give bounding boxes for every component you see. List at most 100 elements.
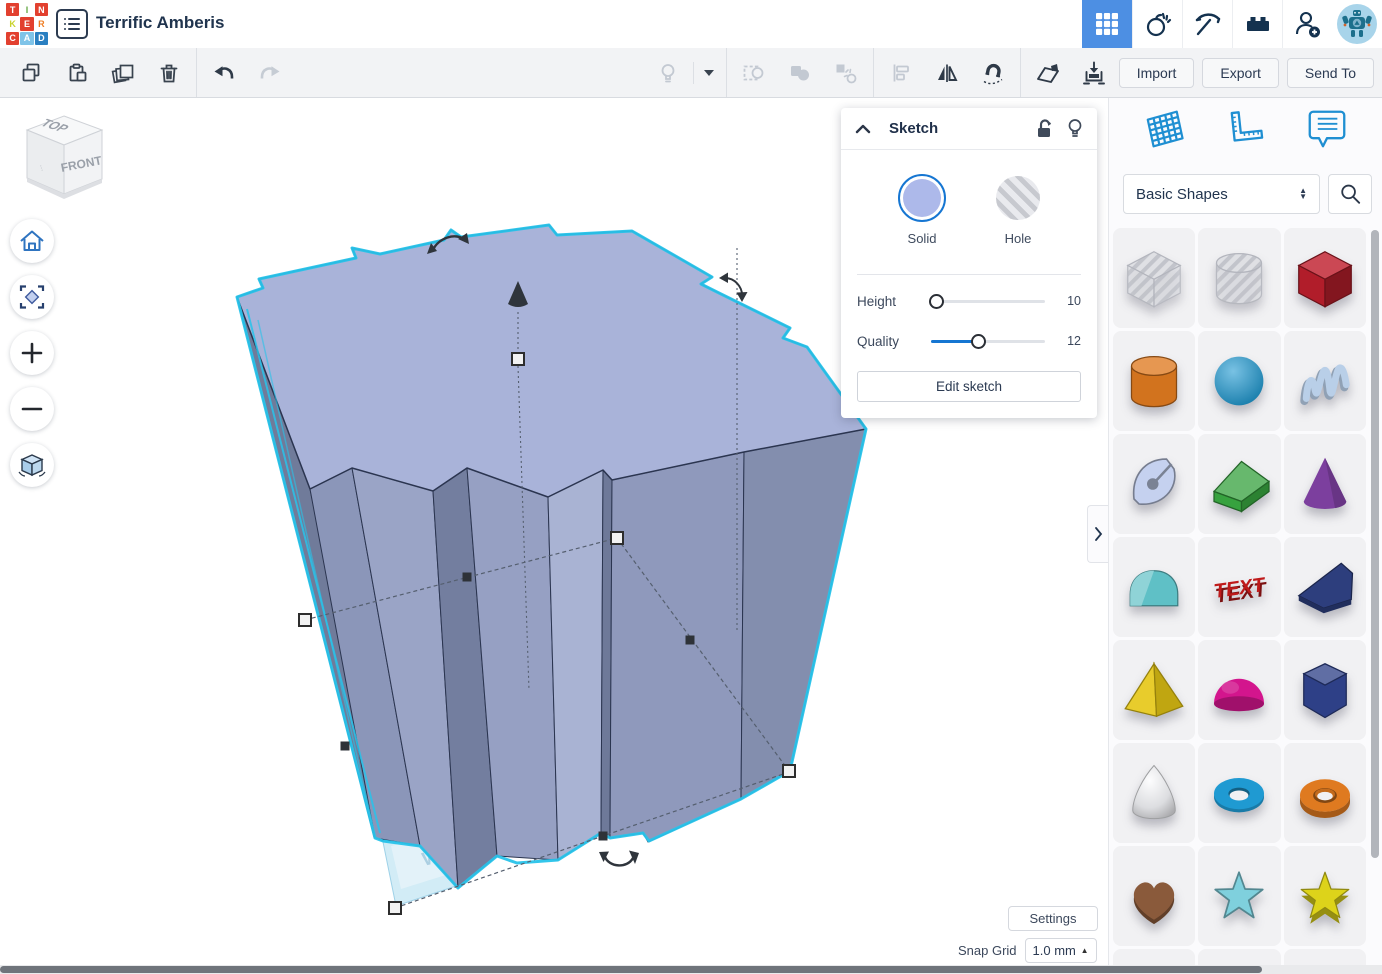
nav-3d-view-button[interactable]	[1082, 0, 1132, 48]
shape-tile-polygon[interactable]	[1284, 640, 1366, 740]
mirror-button[interactable]	[924, 52, 970, 94]
shape-tile-thick-star[interactable]	[1284, 846, 1366, 946]
scale-handle-left[interactable]	[299, 614, 311, 626]
edge-handle-2[interactable]	[686, 636, 695, 645]
height-slider[interactable]	[931, 300, 1045, 303]
shape-tile-sphere[interactable]	[1198, 331, 1280, 431]
tinkercad-logo[interactable]: TINKERCAD	[6, 3, 48, 45]
shape-tile-text[interactable]: TEXTTEXT	[1198, 537, 1280, 637]
shapes-scrollbar[interactable]	[1371, 230, 1379, 858]
horizontal-scrollbar[interactable]	[0, 965, 1382, 974]
snap-grid-dropdown[interactable]: 1.0 mm ▲	[1025, 938, 1097, 963]
mirror-icon	[934, 61, 960, 85]
shape-tile-star[interactable]	[1198, 846, 1280, 946]
ungroup-all-button[interactable]	[823, 52, 869, 94]
settings-button[interactable]: Settings	[1008, 906, 1098, 931]
edge-handle-1[interactable]	[463, 573, 472, 582]
quality-slider[interactable]	[931, 340, 1045, 343]
align-button[interactable]	[878, 52, 924, 94]
scale-handle-top[interactable]	[512, 353, 524, 365]
notes-bubble-icon	[1304, 107, 1350, 151]
scale-handle-right[interactable]	[783, 765, 795, 777]
zoom-in-button[interactable]	[10, 331, 54, 375]
quality-slider-knob[interactable]	[971, 334, 986, 349]
unlock-icon[interactable]	[1035, 119, 1053, 139]
edge-handle-3[interactable]	[599, 832, 608, 841]
group-button[interactable]	[731, 52, 777, 94]
nav-minecraft-button[interactable]	[1182, 0, 1232, 48]
magnet-icon	[980, 60, 1006, 86]
hole-option[interactable]: Hole	[996, 174, 1040, 246]
undo-button[interactable]	[201, 52, 247, 94]
shape-tile-hole-cylinder[interactable]	[1198, 228, 1280, 328]
design-title[interactable]: Terrific Amberis	[96, 13, 225, 33]
3d-canvas[interactable]: Wo	[0, 98, 1108, 965]
workplane-helper-button[interactable]	[1138, 104, 1190, 154]
shape-tile-tube[interactable]	[1284, 743, 1366, 843]
shape-tile-hole-box[interactable]	[1113, 228, 1195, 328]
edit-sketch-button[interactable]: Edit sketch	[857, 371, 1081, 402]
scale-handle-bottom[interactable]	[389, 902, 401, 914]
paste-button[interactable]	[54, 52, 100, 94]
shape-search-button[interactable]	[1328, 174, 1372, 214]
delete-button[interactable]	[146, 52, 192, 94]
export-button[interactable]: Export	[1202, 58, 1278, 88]
notes-helper-button[interactable]	[1301, 104, 1353, 154]
shape-tile-pyramid[interactable]	[1113, 640, 1195, 740]
collapse-chevron-icon[interactable]	[855, 124, 871, 134]
shape-tile-half-sphere[interactable]	[1198, 640, 1280, 740]
ungroup-button[interactable]	[777, 52, 823, 94]
horizontal-scrollbar-handle[interactable]	[0, 966, 1262, 973]
nav-invite-button[interactable]	[1282, 0, 1332, 48]
sketch-panel-title: Sketch	[889, 120, 1035, 137]
shape-tile-cone[interactable]	[1284, 434, 1366, 534]
snap-magnet-button[interactable]	[970, 52, 1016, 94]
copy-button[interactable]	[8, 52, 54, 94]
shape-tile-round-roof[interactable]	[1113, 537, 1195, 637]
scale-handle-front[interactable]	[611, 532, 623, 544]
redo-button[interactable]	[247, 52, 293, 94]
show-hide-button[interactable]	[645, 52, 691, 94]
sketch-solid-shape[interactable]	[237, 225, 866, 888]
pickaxe-icon	[1193, 10, 1223, 38]
height-slider-knob[interactable]	[929, 294, 944, 309]
nav-simlab-button[interactable]	[1132, 0, 1182, 48]
shape-tile-heart[interactable]	[1113, 846, 1195, 946]
logo-cell: C	[6, 32, 19, 45]
perspective-toggle-button[interactable]	[10, 443, 54, 487]
ruler-helper-button[interactable]	[1219, 104, 1271, 154]
snap-grid-control: Snap Grid 1.0 mm ▲	[958, 938, 1097, 963]
send-to-button[interactable]: Send To	[1287, 58, 1374, 88]
toolbar-separator	[726, 48, 727, 97]
home-view-button[interactable]	[10, 219, 54, 263]
rotate-handle-bottom[interactable]	[599, 851, 639, 866]
toolbar-separator	[1020, 48, 1021, 97]
panel-expand-handle[interactable]	[1087, 505, 1108, 563]
visibility-bulb-icon[interactable]	[1067, 118, 1083, 139]
import-button[interactable]: Import	[1119, 58, 1195, 88]
shape-tile-box[interactable]	[1284, 228, 1366, 328]
duplicate-button[interactable]	[100, 52, 146, 94]
shape-tile-roof[interactable]	[1198, 434, 1280, 534]
shape-tile-wedge[interactable]	[1284, 537, 1366, 637]
ruler-tool-button[interactable]	[1071, 52, 1117, 94]
show-hide-dropdown[interactable]	[696, 52, 722, 94]
sketch-panel-header: Sketch	[841, 108, 1097, 150]
shape-tile-cylinder[interactable]	[1113, 331, 1195, 431]
view-cube[interactable]: TOP FRONT ...	[18, 110, 110, 215]
shape-category-dropdown[interactable]: Basic Shapes ▲▼	[1123, 174, 1320, 214]
nav-bricks-button[interactable]	[1232, 0, 1282, 48]
workplane-tool-button[interactable]	[1025, 52, 1071, 94]
zoom-out-button[interactable]	[10, 387, 54, 431]
solid-option[interactable]: Solid	[898, 174, 946, 246]
fit-view-button[interactable]	[10, 275, 54, 319]
shape-tile-scribble[interactable]	[1284, 331, 1366, 431]
design-menu-button[interactable]	[56, 9, 88, 39]
ungroup-icon	[787, 61, 813, 85]
shape-tile-paraboloid[interactable]	[1113, 743, 1195, 843]
undo-icon	[211, 61, 237, 85]
shape-tile-sketch[interactable]	[1113, 434, 1195, 534]
shape-tile-torus[interactable]	[1198, 743, 1280, 843]
edge-handle-4[interactable]	[341, 742, 350, 751]
account-avatar[interactable]	[1332, 0, 1382, 48]
